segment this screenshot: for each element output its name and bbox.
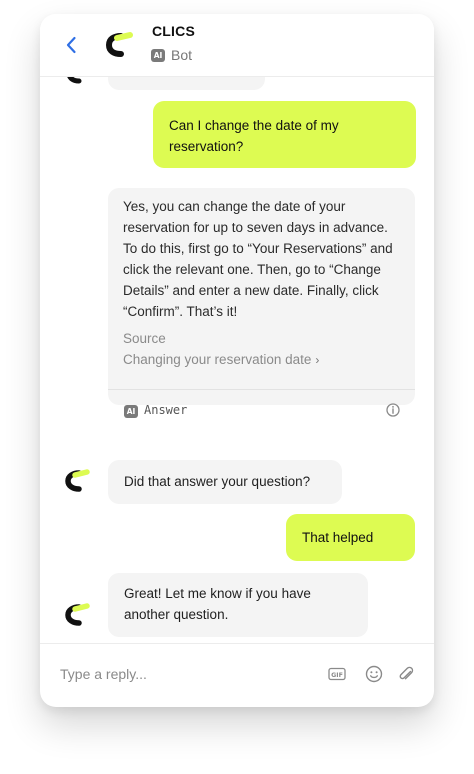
paperclip-icon (399, 666, 414, 680)
bot-avatar (63, 601, 91, 629)
chat-header: CLICS AI Bot (40, 14, 434, 77)
reply-input[interactable] (60, 659, 310, 689)
ai-badge: AI (151, 49, 165, 62)
previous-bot-bubble (108, 76, 265, 90)
answer-footer: AI Answer (108, 390, 415, 435)
brand-name: CLICS (152, 23, 195, 39)
conversation: Can I change the date of my reservation?… (40, 76, 434, 643)
answer-text: Yes, you can change the date of your res… (123, 199, 393, 319)
composer-divider (40, 643, 434, 644)
bot-avatar (63, 467, 91, 495)
emoji-button[interactable] (364, 664, 384, 684)
emoji-icon (365, 665, 383, 683)
source-link-label: Changing your reservation date (123, 352, 312, 367)
bot-answer-card: Yes, you can change the date of your res… (108, 188, 415, 418)
bot-message: Did that answer your question? (108, 460, 342, 504)
page: CLICS AI Bot Can I change the date of my… (0, 0, 474, 774)
bot-label: Bot (171, 47, 193, 63)
chevron-left-icon (66, 36, 76, 54)
back-button[interactable] (62, 34, 82, 56)
answer-tag: Answer (144, 403, 188, 417)
bot-message: Great! Let me know if you have another q… (108, 573, 368, 637)
bot-avatar (64, 76, 90, 86)
source-link[interactable]: Changing your reservation date › (123, 352, 319, 367)
attach-button[interactable] (396, 664, 416, 684)
user-message: That helped (286, 514, 415, 561)
chevron-right-icon: › (315, 353, 320, 367)
gif-label: GIF (331, 672, 343, 679)
info-icon[interactable] (385, 402, 401, 418)
gif-icon: GIF (328, 667, 346, 681)
bot-logo (104, 30, 134, 60)
ai-badge: AI (124, 405, 138, 418)
source-title: Source (123, 331, 166, 346)
gif-button[interactable]: GIF (327, 664, 347, 684)
user-message: Can I change the date of my reservation? (153, 101, 416, 168)
chat-window: CLICS AI Bot Can I change the date of my… (40, 14, 434, 707)
